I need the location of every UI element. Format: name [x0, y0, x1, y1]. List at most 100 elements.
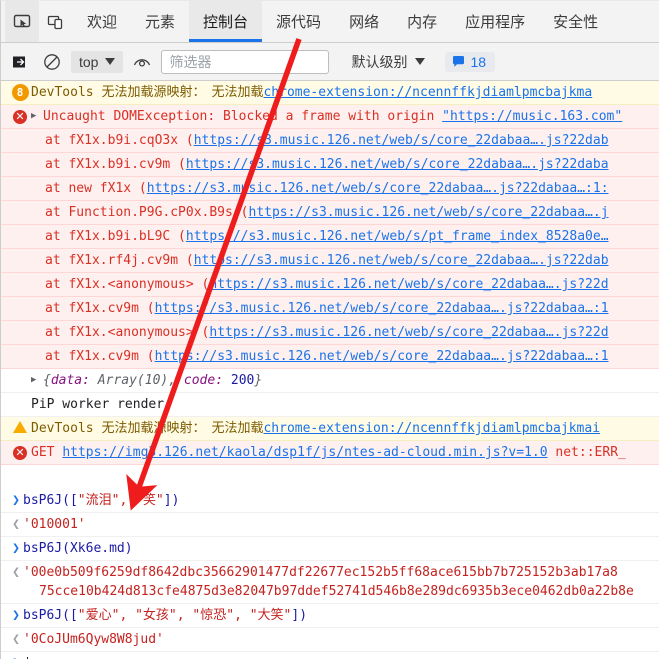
- stack-frame: at fX1x.rf4j.cv9m (https://s3.music.126.…: [1, 249, 659, 273]
- expand-triangle-icon[interactable]: ▶: [31, 371, 43, 390]
- output-value: '0CoJUm6Qyw8W8jud': [23, 632, 164, 647]
- tab-label: 网络: [349, 14, 380, 31]
- input-args: "流泪", "笑": [77, 493, 164, 508]
- tab-welcome[interactable]: 欢迎: [73, 1, 131, 42]
- object-brace-close: }: [254, 373, 263, 388]
- console-output-entry: ❮ '010001': [1, 513, 659, 537]
- net-method: GET: [31, 445, 55, 460]
- stack-fn: at fX1x.rf4j.cv9m (: [45, 253, 194, 268]
- warning-text-prefix: DevTools 无法加载源映射：: [31, 421, 206, 436]
- object-value-1: Array(10): [97, 373, 169, 388]
- stack-url[interactable]: https://s3.music.126.net/web/s/core_22da…: [147, 181, 609, 196]
- stack-url[interactable]: https://s3.music.126.net/web/s/pt_frame_…: [186, 229, 609, 244]
- net-url[interactable]: https://img3.126.net/kaola/dsp1f/js/ntes…: [62, 445, 547, 460]
- live-expression-icon[interactable]: [129, 49, 155, 75]
- tab-network[interactable]: 网络: [335, 1, 393, 42]
- filter-input[interactable]: [161, 49, 330, 74]
- stack-url[interactable]: https://s3.music.126.net/web/s/core_22da…: [209, 325, 608, 340]
- tab-label: 控制台: [203, 14, 249, 31]
- console-object-log[interactable]: ▶ {data: Array(10), code: 200}: [1, 369, 659, 393]
- console-input-entry[interactable]: ❯ bsP6J(["流泪", "笑"]): [1, 489, 659, 513]
- console-prompt-row[interactable]: ❯: [1, 652, 659, 659]
- console-input-entry[interactable]: ❯ bsP6J(["爱心", "女孩", "惊恐", "大笑"]): [1, 604, 659, 628]
- error-icon-gutter: ✕: [9, 443, 31, 462]
- tab-memory[interactable]: 内存: [393, 1, 451, 42]
- warning-count-badge: 8: [11, 84, 29, 101]
- warning-link[interactable]: chrome-extension://ncennffkjdiamlpmcbajk…: [263, 421, 600, 436]
- tab-elements[interactable]: 元素: [131, 1, 189, 42]
- execution-context-select[interactable]: top: [71, 50, 124, 73]
- expand-triangle-icon[interactable]: ▶: [31, 107, 43, 126]
- stack-url[interactable]: https://s3.music.126.net/web/s/core_22da…: [194, 253, 609, 268]
- tab-label: 安全性: [553, 14, 599, 31]
- stack-fn: at fX1x.cv9m (: [45, 301, 155, 316]
- inspect-element-glyph: [13, 14, 31, 27]
- clear-console-icon[interactable]: [7, 49, 33, 75]
- group-count-gutter: 8: [9, 83, 31, 102]
- input-prompt-icon: ❯: [12, 608, 20, 623]
- stack-fn: at new fX1x (: [45, 181, 147, 196]
- input-close: ]): [163, 493, 180, 508]
- error-icon-gutter: ✕: [9, 107, 31, 126]
- error-message: Uncaught DOMException: Blocked a frame w…: [43, 109, 435, 124]
- console-input-entry[interactable]: ❯ bsP6J(Xk6e.md): [1, 537, 659, 561]
- input-close: ): [124, 541, 133, 556]
- error-origin[interactable]: "https://music.163.com": [442, 109, 622, 124]
- output-hex-line-2: 75cce10b424d813cfe4875d3e82047b97ddef527…: [39, 584, 634, 599]
- devtools-tabstrip: 欢迎 元素 控制台 源代码 网络 内存 应用程序 安全性: [1, 1, 659, 43]
- tab-label: 欢迎: [87, 14, 118, 31]
- input-prompt-icon: ❯: [12, 541, 20, 556]
- input-args: "爱心", "女孩", "惊恐", "大笑": [77, 608, 292, 623]
- stack-url[interactable]: https://s3.music.126.net/web/s/core_22da…: [194, 133, 609, 148]
- eye-glyph: [134, 58, 151, 67]
- tab-sources[interactable]: 源代码: [262, 1, 335, 42]
- console-warning-group[interactable]: 8 DevTools 无法加载源映射： 无法加载chrome-extension:…: [1, 81, 659, 105]
- message-count-badge[interactable]: 18: [445, 51, 496, 72]
- warning-link[interactable]: chrome-extension://ncennffkjdiamlpmcbajk…: [263, 85, 592, 100]
- no-entry-icon[interactable]: [39, 49, 65, 75]
- input-open: ([: [62, 608, 78, 623]
- object-brace-open: {: [43, 373, 51, 388]
- output-prompt-icon: ❮: [12, 517, 20, 532]
- chevron-down-icon: [415, 58, 426, 65]
- input-prompt-icon: ❯: [9, 654, 23, 659]
- stack-frame: at fX1x.b9i.cv9m (https://s3.music.126.n…: [1, 153, 659, 177]
- warning-triangle-icon: [13, 421, 27, 433]
- device-toolbar-icon[interactable]: [39, 1, 73, 42]
- tab-security[interactable]: 安全性: [539, 1, 612, 42]
- console-warning-message[interactable]: DevTools 无法加载源映射： 无法加载chrome-extension://…: [1, 417, 659, 441]
- input-args: Xk6e.md: [69, 541, 125, 556]
- stack-frame: at fX1x.cv9m (https://s3.music.126.net/w…: [1, 297, 659, 321]
- console-spacer: [1, 465, 659, 489]
- stack-url[interactable]: https://s3.music.126.net/web/s/core_22da…: [186, 157, 609, 172]
- console-output-entry: ❮ '0CoJUm6Qyw8W8jud': [1, 628, 659, 652]
- stack-frame: at Function.P9G.cP0x.B9s (https://s3.mus…: [1, 201, 659, 225]
- stack-url[interactable]: https://s3.music.126.net/web/s/core_22da…: [155, 301, 609, 316]
- warning-text-mid: 无法加载: [211, 421, 264, 436]
- tab-application[interactable]: 应用程序: [451, 1, 539, 42]
- console-error-exception[interactable]: ✕ ▶ Uncaught DOMException: Blocked a fram…: [1, 105, 659, 129]
- tab-console[interactable]: 控制台: [189, 1, 263, 42]
- console-message-list: 8 DevTools 无法加载源映射： 无法加载chrome-extension:…: [1, 81, 659, 659]
- input-prompt-icon: ❯: [12, 493, 20, 508]
- input-close: ]): [291, 608, 308, 623]
- log-text: PiP worker render: [31, 397, 165, 412]
- inspect-element-icon[interactable]: [5, 1, 39, 42]
- chevron-down-icon: [105, 58, 116, 65]
- output-prompt-icon: ❮: [12, 632, 20, 647]
- stack-url[interactable]: https://s3.music.126.net/web/s/core_22da…: [209, 277, 608, 292]
- error-circle-icon: ✕: [13, 110, 27, 124]
- stack-url[interactable]: https://s3.music.126.net/web/s/core_22da…: [155, 349, 609, 364]
- stack-fn: at fX1x.b9i.cqO3x (: [45, 133, 194, 148]
- input-open: ([: [62, 493, 78, 508]
- console-log-message: PiP worker render: [1, 393, 659, 417]
- stack-url[interactable]: https://s3.music.126.net/web/s/core_22da…: [249, 205, 609, 220]
- stack-fn: at fX1x.<anonymous> (: [45, 325, 210, 340]
- tab-label: 元素: [145, 14, 176, 31]
- error-circle-icon: ✕: [13, 446, 27, 460]
- stack-frame: at fX1x.cv9m (https://s3.music.126.net/w…: [1, 345, 659, 369]
- console-network-error[interactable]: ✕ GET https://img3.126.net/kaola/dsp1f/j…: [1, 441, 659, 465]
- tab-label: 应用程序: [465, 14, 526, 31]
- stack-frame: at fX1x.<anonymous> (https://s3.music.12…: [1, 273, 659, 297]
- log-level-select[interactable]: 默认级别: [345, 49, 431, 75]
